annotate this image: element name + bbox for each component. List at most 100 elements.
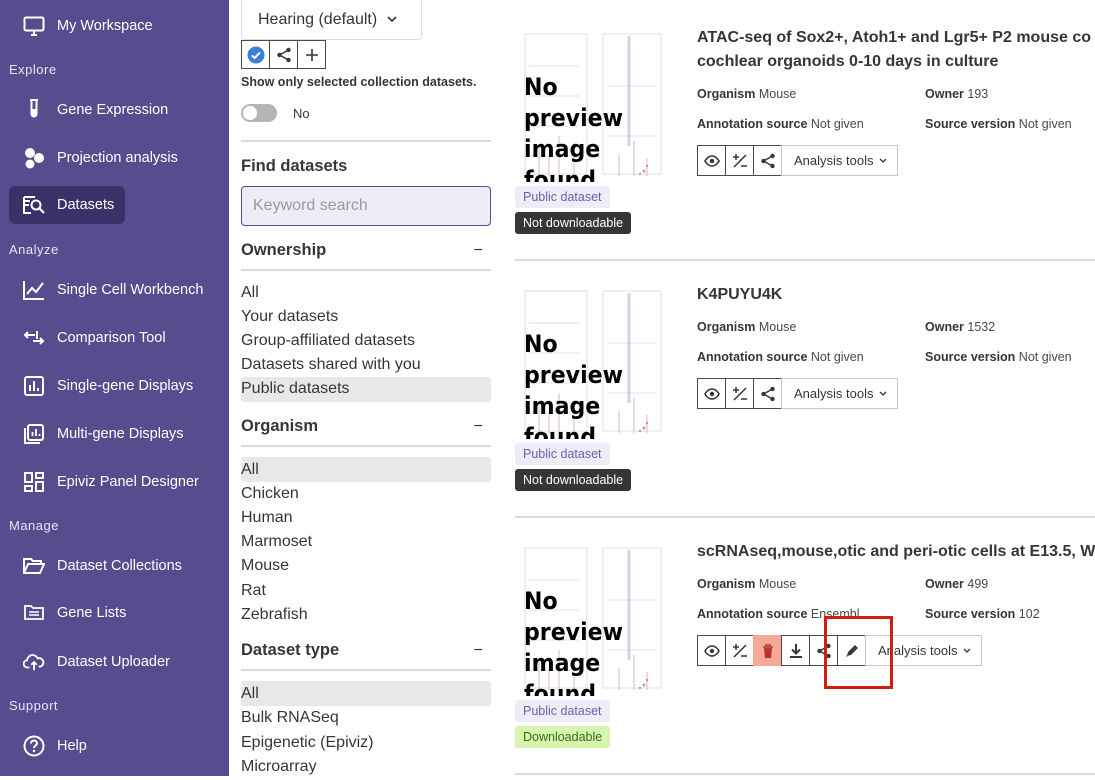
ownership-heading: Ownership − [241,241,491,260]
sidebar-item-label: Gene Lists [57,605,127,621]
sidebar-item-label: Comparison Tool [57,330,166,346]
add-collection-button[interactable] [297,40,326,69]
dataset-type-option[interactable]: Epigenetic (Epiviz) [241,730,491,755]
edit-button[interactable] [837,635,866,666]
plus-minus-icon [732,153,748,169]
share-dataset-button[interactable] [809,635,838,666]
monitor-icon [23,15,45,37]
ownership-heading-label: Ownership [241,241,327,259]
organism-collapse-button[interactable]: − [473,417,483,436]
divider [241,140,491,142]
delete-button[interactable] [753,635,782,666]
compare-button[interactable] [725,378,754,409]
ownership-option[interactable]: Datasets shared with you [241,353,491,378]
circles-icon [23,147,45,169]
sidebar-item-single-cell-workbench[interactable]: Single Cell Workbench [9,271,221,309]
pencil-icon [845,644,859,658]
sidebar-item-projection-analysis[interactable]: Projection analysis [9,139,221,177]
download-icon [789,643,803,658]
collection-dropdown[interactable]: Hearing (default) [241,0,422,40]
organism-option[interactable]: All [241,457,491,482]
card-divider [515,773,1095,775]
ownership-option[interactable]: Group-affiliated datasets [241,328,491,353]
compare-button[interactable] [725,145,754,176]
section-analyze: Analyze [9,242,59,257]
owner-meta: Owner 499 [925,577,989,591]
analysis-tools-dropdown[interactable]: Analysis tools [781,145,899,176]
sidebar-item-dataset-uploader[interactable]: Dataset Uploader [9,643,221,681]
sidebar-item-my-workspace[interactable]: My Workspace [9,7,221,45]
plus-minus-icon [732,643,748,659]
eye-icon [703,387,720,400]
chevron-down-icon [387,16,397,23]
organism-option[interactable]: Marmoset [241,530,491,555]
ownership-option[interactable]: Your datasets [241,304,491,329]
section-manage: Manage [9,518,59,533]
organism-option[interactable]: Chicken [241,481,491,506]
organism-option[interactable]: Human [241,505,491,530]
download-button[interactable] [781,635,810,666]
analysis-tools-label: Analysis tools [878,643,958,658]
no-preview-text: No preview image found [524,330,624,439]
organism-meta: Organism Mouse [697,87,797,101]
select-collection-button[interactable] [241,40,270,69]
source-version-meta: Source version 102 [925,607,1040,621]
sidebar-item-gene-lists[interactable]: Gene Lists [9,594,221,632]
compare-arrows-icon [23,327,45,349]
results-list: No preview image found ATAC-seq of Sox2+, … [515,0,1095,776]
dataset-title[interactable]: scRNAseq,mouse,otic and peri-otic cells … [697,540,1095,564]
sidebar-item-multi-gene-displays[interactable]: Multi-gene Displays [9,415,221,453]
sidebar-item-gene-expression[interactable]: Gene Expression [9,91,221,129]
sidebar-item-epiviz-panel-designer[interactable]: Epiviz Panel Designer [9,463,221,501]
sidebar-item-label: Projection analysis [57,150,178,166]
dataset-title[interactable]: ATAC-seq of Sox2+, Atoh1+ and Lgr5+ P2 m… [697,26,1091,74]
dataset-toolbar: Analysis tools [697,378,899,409]
share-dataset-button[interactable] [753,378,782,409]
analysis-tools-label: Analysis tools [794,386,874,401]
sidebar-item-comparison-tool[interactable]: Comparison Tool [9,319,221,357]
share-dataset-button[interactable] [753,145,782,176]
annotation-source-meta: Annotation source Ensembl [697,607,860,621]
organism-meta: Organism Mouse [697,320,797,334]
show-only-toggle-row: No [241,104,310,122]
sidebar: My Workspace Explore Gene Expression Pro… [0,0,229,776]
dataset-title[interactable]: K4PUYU4K [697,283,782,307]
line-chart-icon [23,279,45,301]
plus-icon [305,48,319,62]
card-divider [515,516,1095,518]
find-datasets-heading: Find datasets [241,157,348,175]
analysis-tools-dropdown[interactable]: Analysis tools [781,378,899,409]
show-only-toggle[interactable] [241,104,277,122]
ownership-option[interactable]: Public datasets [241,376,491,402]
sidebar-item-label: Single-gene Displays [57,378,194,394]
sidebar-item-label: Help [57,738,87,754]
organism-option[interactable]: Rat [241,578,491,603]
sidebar-item-help[interactable]: Help [9,727,221,765]
dataset-type-collapse-button[interactable]: − [473,641,483,660]
dataset-toolbar: Analysis tools [697,145,899,176]
visibility-badge: Public dataset [515,700,610,722]
share-collection-button[interactable] [269,40,298,69]
source-version-meta: Source version Not given [925,350,1072,364]
organism-meta: Organism Mouse [697,577,797,591]
view-button[interactable] [697,145,726,176]
dataset-type-option[interactable]: Bulk RNASeq [241,706,491,731]
keyword-search-input[interactable]: Keyword search [241,186,491,226]
dataset-toolbar: Analysis tools [697,635,983,666]
view-button[interactable] [697,635,726,666]
ownership-option[interactable]: All [241,280,491,305]
multi-bar-chart-icon [23,423,45,445]
dataset-type-option[interactable]: All [241,681,491,706]
chevron-down-icon [963,648,971,654]
ownership-collapse-button[interactable]: − [473,241,483,260]
organism-option[interactable]: Mouse [241,554,491,579]
sidebar-item-single-gene-displays[interactable]: Single-gene Displays [9,367,221,405]
sidebar-item-label: Epiviz Panel Designer [57,474,199,490]
view-button[interactable] [697,378,726,409]
sidebar-item-datasets[interactable]: Datasets [9,186,125,224]
organism-option[interactable]: Zebrafish [241,602,491,627]
card-divider [515,259,1095,261]
analysis-tools-dropdown[interactable]: Analysis tools [865,635,983,666]
compare-button[interactable] [725,635,754,666]
sidebar-item-dataset-collections[interactable]: Dataset Collections [9,547,221,585]
